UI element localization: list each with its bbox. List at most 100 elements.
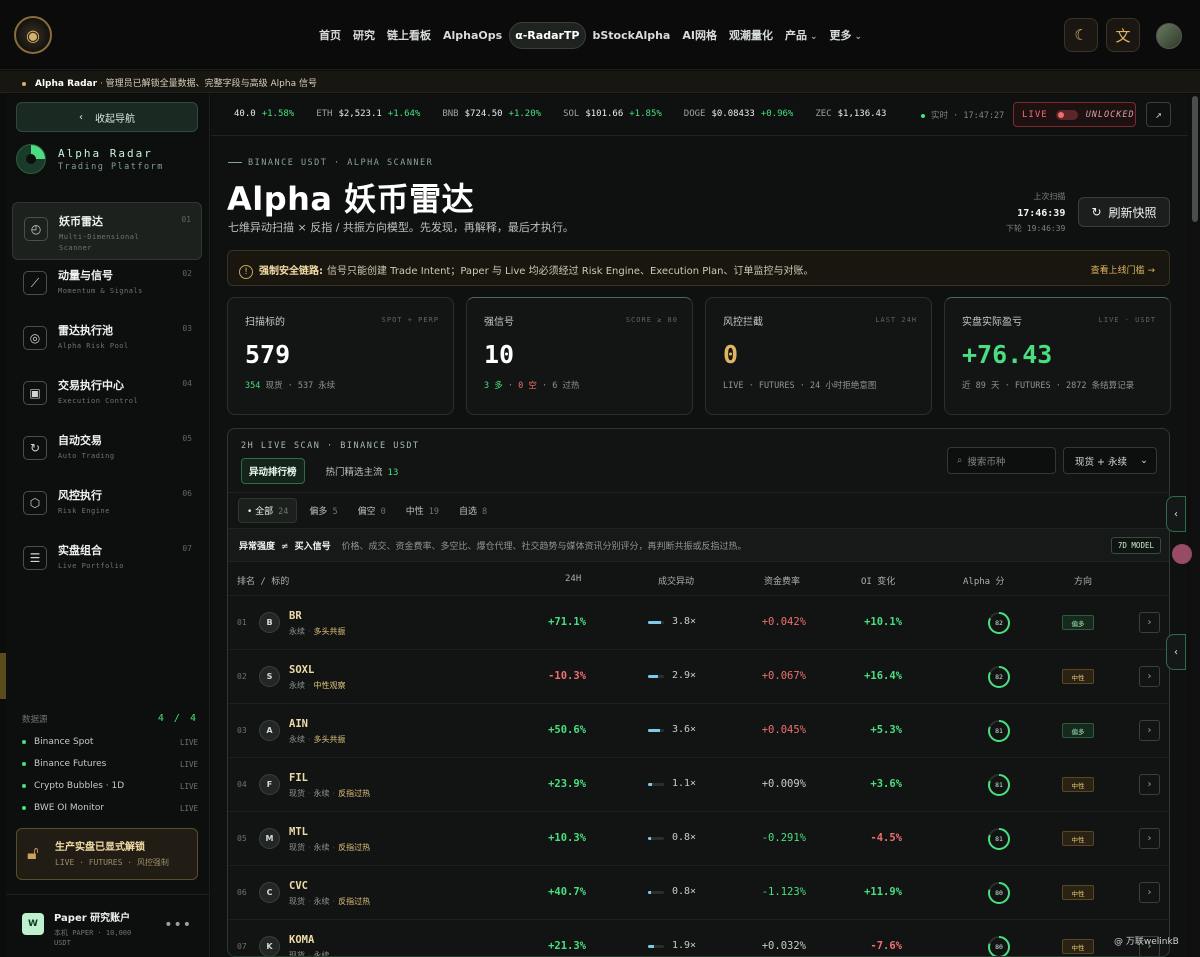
nav-link-6[interactable]: bStockAlpha: [588, 23, 676, 48]
table-row[interactable]: 03 A AIN 永续 · 多头共振 +50.6% 3.6× +0.045% +5.3% 81 偏多 ›: [228, 703, 1169, 757]
row-oi-change: +3.6%: [870, 778, 902, 790]
nav-link-2[interactable]: 研究: [348, 21, 380, 49]
sidebar-item-4[interactable]: ▣ 交易执行中心 Execution Control 04: [12, 367, 202, 425]
page-scrollbar[interactable]: [1189, 94, 1200, 957]
nav-link-7[interactable]: AI网格: [677, 21, 722, 49]
col-volume[interactable]: 成交异动: [658, 574, 694, 587]
col-24h[interactable]: 24H: [565, 574, 581, 584]
ticker-price: $1,136.43: [837, 109, 887, 119]
col-oi[interactable]: OI 变化: [861, 574, 895, 587]
col-rank-symbol[interactable]: 排名 / 标的: [237, 574, 289, 587]
filter-chip-5[interactable]: 自选 8: [451, 499, 495, 522]
volume-bar: [648, 729, 664, 732]
nav-dropdown-2[interactable]: 更多 ⌄: [825, 21, 868, 49]
toggle-switch[interactable]: [1055, 109, 1078, 120]
filter-chip-2[interactable]: 偏多 5: [301, 499, 345, 522]
table-row[interactable]: 05 M MTL 现货 · 永续 · 反指过热 +10.3% 0.8× -0.291% -4.5% 81…: [228, 811, 1169, 865]
stat-tag: LAST 24H: [875, 316, 917, 324]
sidebar-item-7[interactable]: ☰ 实盘组合 Live Portfolio 07: [12, 532, 202, 590]
ticker-item[interactable]: 40.0 +1.58%: [228, 109, 294, 119]
more-icon[interactable]: •••: [164, 917, 192, 933]
col-funding[interactable]: 资金费率: [764, 574, 800, 587]
sidebar-item-3[interactable]: ◎ 雷达执行池 Alpha Risk Pool 03: [12, 312, 202, 370]
nav-link-8[interactable]: 观潮量化: [724, 21, 778, 49]
sidebar-item-5[interactable]: ↻ 自动交易 Auto Trading 05: [12, 422, 202, 480]
app-window: ◉ 首页 研究 链上看板 AlphaOps α-RadarTP bStockAlpha AI…: [0, 0, 1200, 957]
chevron-left-icon[interactable]: ‹: [1166, 496, 1186, 532]
translate-icon[interactable]: 文: [1106, 18, 1140, 52]
filter-chip-4[interactable]: 中性 19: [398, 499, 447, 522]
collapse-nav-button[interactable]: ‹ 收起导航: [16, 102, 198, 132]
scoring-note: 异常强度 ≠ 买入信号 价格、成交、资金费率、多空比、爆仓代理、社交趋势与媒体资讯分…: [228, 528, 1169, 562]
chevron-right-icon[interactable]: ›: [1139, 774, 1160, 795]
chevron-right-icon[interactable]: ›: [1139, 612, 1160, 633]
admin-banner: Alpha Radar · 管理员已解锁全量数据、完整字段与高级 Alpha 信…: [0, 71, 1200, 93]
volume-bar: [648, 675, 664, 678]
table-row[interactable]: 04 F FIL 现货 · 永续 · 反指过热 +23.9% 1.1× +0.009% +3.6% 81…: [228, 757, 1169, 811]
table-row[interactable]: 01 B BR 永续 · 多头共振 +71.1% 3.8× +0.042% +10.1% 82 偏多 ›: [228, 595, 1169, 649]
nav-link-1[interactable]: 首页: [314, 21, 346, 49]
nav-dropdown-1[interactable]: 产品 ⌄: [780, 21, 823, 49]
panel-tabs: 异动排行榜 热门精选主流 13: [241, 458, 405, 484]
scrollbar-thumb[interactable]: [1192, 96, 1198, 222]
col-alpha-score[interactable]: Alpha 分: [963, 574, 1005, 587]
search-input[interactable]: ⌕ 搜索币种: [947, 447, 1056, 474]
user-avatar[interactable]: [1156, 23, 1182, 49]
row-symbol[interactable]: KOMA: [289, 934, 314, 946]
floating-assistant-icon[interactable]: [1172, 544, 1192, 564]
row-symbol[interactable]: BR: [289, 610, 302, 622]
sidebar-item-2[interactable]: ⟋ 动量与信号 Momentum & Signals 02: [12, 257, 202, 315]
moon-icon[interactable]: ☾: [1064, 18, 1098, 52]
row-symbol[interactable]: CVC: [289, 880, 308, 892]
table-row[interactable]: 02 S SOXL 永续 · 中性观察 -10.3% 2.9× +0.067% +16.4% 82 中…: [228, 649, 1169, 703]
logo-icon[interactable]: ◉: [14, 16, 52, 54]
ticker-item[interactable]: ETH $2,523.1 +1.64%: [316, 109, 420, 119]
table-row[interactable]: 06 C CVC 现货 · 永续 · 反指过热 +40.7% 0.8× -1.123% +11.9% 8…: [228, 865, 1169, 919]
ticker-item[interactable]: SOL $101.66 +1.85%: [563, 109, 662, 119]
sidebar-nav: ◴ 妖币雷达 Multi-Dimensional Scanner 01 ⟋ 动量与信号 Mo…: [12, 202, 202, 587]
col-direction[interactable]: 方向: [1074, 574, 1092, 587]
row-symbol[interactable]: MTL: [289, 826, 308, 838]
ticker-item[interactable]: DOGE $0.08433 +0.96%: [684, 109, 794, 119]
stat-subtext-part: 354: [245, 381, 261, 391]
stat-subtext-part: 3 多: [484, 381, 503, 391]
nav-link-4[interactable]: AlphaOps: [438, 23, 507, 48]
panel-tab-1[interactable]: 异动排行榜: [241, 458, 305, 484]
live-mode-toggle[interactable]: LIVE UNLOCKED: [1013, 102, 1136, 127]
launch-threshold-link[interactable]: 查看上线门槛 →: [1091, 263, 1155, 276]
external-link-icon[interactable]: ↗: [1146, 102, 1171, 127]
chevron-right-icon[interactable]: ›: [1139, 882, 1160, 903]
panel-tab-2[interactable]: 热门精选主流 13: [319, 459, 406, 483]
chevron-left-icon[interactable]: ‹: [1166, 634, 1186, 670]
stat-subtext-part: · 6 过热: [536, 381, 580, 391]
row-oi-change: +11.9%: [864, 886, 902, 898]
nav-link-5[interactable]: α-RadarTP: [509, 21, 586, 49]
market-select[interactable]: 现货 + 永续 ⌄: [1063, 447, 1157, 474]
row-symbol[interactable]: SOXL: [289, 664, 314, 676]
chevron-right-icon[interactable]: ›: [1139, 720, 1160, 741]
chevron-right-icon[interactable]: ›: [1139, 828, 1160, 849]
main-content: 40.0 +1.58% ETH $2,523.1 +1.64% BNB $724.50 +1.…: [211, 94, 1188, 957]
filter-chip-3[interactable]: 偏空 0: [350, 499, 394, 522]
sidebar-item-1[interactable]: ◴ 妖币雷达 Multi-Dimensional Scanner 01: [12, 202, 202, 260]
sidebar-item-label: 自动交易: [58, 434, 102, 447]
row-change-24h: +71.1%: [548, 616, 586, 628]
row-symbol[interactable]: AIN: [289, 718, 308, 730]
chevron-right-icon[interactable]: ›: [1139, 666, 1160, 687]
nav-link-3[interactable]: 链上看板: [382, 21, 436, 49]
row-symbol[interactable]: FIL: [289, 772, 308, 784]
sidebar-item-6[interactable]: ⬡ 风控执行 Risk Engine 06: [12, 477, 202, 535]
table-row[interactable]: 07 K KOMA 现货 · 永续 +21.3% 1.9× +0.032% -7.6% 80 中性 ›: [228, 919, 1169, 956]
refresh-snapshot-button[interactable]: ↻ 刷新快照: [1078, 197, 1170, 227]
row-funding-rate: +0.042%: [761, 616, 806, 628]
model-badge[interactable]: 7D MODEL: [1110, 537, 1161, 554]
ticker-item[interactable]: BNB $724.50 +1.20%: [442, 109, 541, 119]
ticker-item[interactable]: ZEC $1,136.43: [815, 109, 886, 119]
direction-badge: 中性: [1062, 777, 1094, 792]
filter-count: 19: [428, 507, 439, 517]
account-panel[interactable]: W Paper 研究账户 本机 PAPER · 10,000 USDT •••: [6, 894, 210, 957]
filter-chip-1[interactable]: • 全部 24: [238, 498, 298, 523]
live-unlock-card[interactable]: 🔓︎ 生产实盘已显式解锁 LIVE · FUTURES · 风控强制: [16, 828, 198, 880]
stat-cards: 扫描标的 SPOT + PERP 579 354 现货 · 537 永续 强信号 SCOR…: [227, 297, 1171, 415]
alpha-score-value: 82: [995, 673, 1003, 681]
